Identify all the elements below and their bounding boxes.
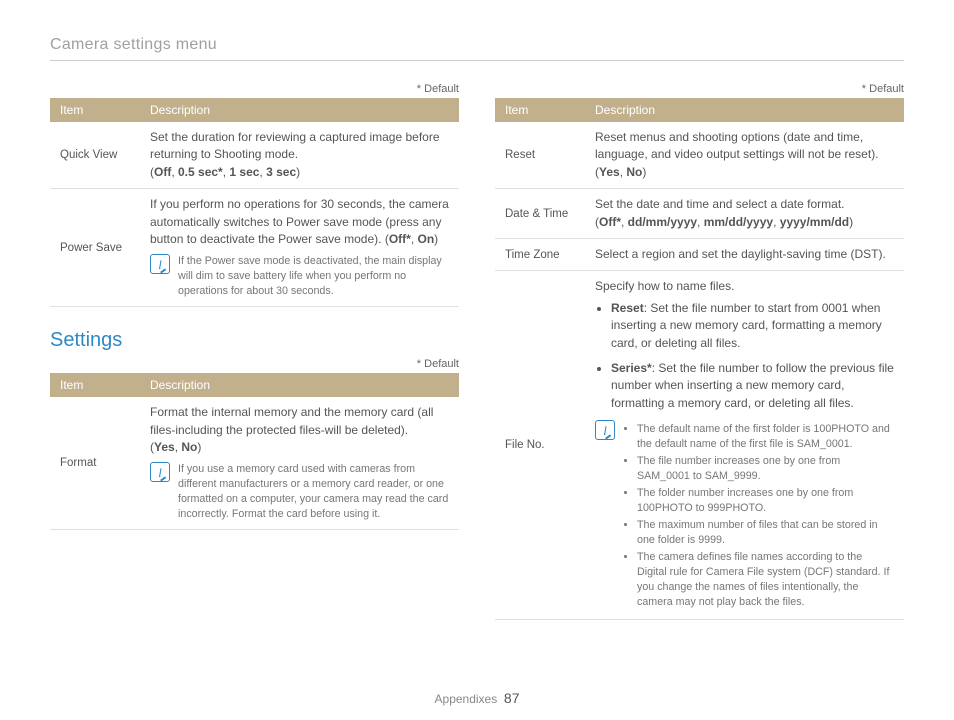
header-desc: Description <box>140 373 459 397</box>
note-list: The default name of the first folder is … <box>623 422 894 612</box>
note-icon: l <box>150 462 170 482</box>
bullet-text: : Set the file number to follow the prev… <box>611 361 894 410</box>
list-item: The maximum number of files that can be … <box>637 518 894 548</box>
opt: Off <box>154 165 171 179</box>
table-row: Date & Time Set the date and time and se… <box>495 189 904 239</box>
opt: Yes <box>154 440 175 454</box>
list-item: The file number increases one by one fro… <box>637 454 894 484</box>
opt: mm/dd/yyyy <box>704 215 773 229</box>
opt: yyyy/mm/dd <box>780 215 849 229</box>
opt: 1 sec <box>229 165 259 179</box>
table-header-row: Item Description <box>50 98 459 122</box>
header-desc: Description <box>140 98 459 122</box>
cell-desc: Specify how to name files. Reset: Set th… <box>585 271 904 620</box>
page-title: Camera settings menu <box>50 36 904 61</box>
header-item: Item <box>50 98 140 122</box>
header-item: Item <box>495 98 585 122</box>
cell-desc: If you perform no operations for 30 seco… <box>140 189 459 307</box>
bullet-list: Reset: Set the file number to start from… <box>595 300 894 412</box>
note-text: If you use a memory card used with camer… <box>178 462 449 522</box>
cell-desc: Set the duration for reviewing a capture… <box>140 122 459 189</box>
opt: 0.5 sec* <box>178 165 223 179</box>
bullet-label: Series* <box>611 361 652 375</box>
page-number: 87 <box>504 690 520 706</box>
desc-text: Specify how to name files. <box>595 279 734 293</box>
table-camera-settings: Item Description Quick View Set the dura… <box>50 98 459 307</box>
default-tag: * Default <box>50 83 459 95</box>
list-item: The camera defines file names according … <box>637 550 894 610</box>
table-row: Format Format the internal memory and th… <box>50 397 459 530</box>
table-row: Power Save If you perform no operations … <box>50 189 459 307</box>
list-item: Series*: Set the file number to follow t… <box>611 360 894 412</box>
list-item: The default name of the first folder is … <box>637 422 894 452</box>
note: l If the Power save mode is deactivated,… <box>150 254 449 299</box>
opt: No <box>181 440 197 454</box>
cell-desc: Select a region and set the daylight-sav… <box>585 238 904 270</box>
list-item: Reset: Set the file number to start from… <box>611 300 894 352</box>
table-header-row: Item Description <box>50 373 459 397</box>
desc-text: Set the date and time and select a date … <box>595 197 845 211</box>
left-column: * Default Item Description Quick View Se… <box>50 83 459 620</box>
footer-label: Appendixes <box>435 692 498 706</box>
content-columns: * Default Item Description Quick View Se… <box>50 83 904 620</box>
table-row: File No. Specify how to name files. Rese… <box>495 271 904 620</box>
bullet-label: Reset <box>611 301 644 315</box>
default-tag: * Default <box>495 83 904 95</box>
table-row: Reset Reset menus and shooting options (… <box>495 122 904 189</box>
cell-item: Reset <box>495 122 585 189</box>
table-header-row: Item Description <box>495 98 904 122</box>
table-row: Quick View Set the duration for reviewin… <box>50 122 459 189</box>
note-text: If the Power save mode is deactivated, t… <box>178 254 449 299</box>
opt: 3 sec <box>266 165 296 179</box>
cell-desc: Format the internal memory and the memor… <box>140 397 459 530</box>
header-desc: Description <box>585 98 904 122</box>
bullet-text: : Set the file number to start from 0001… <box>611 301 882 350</box>
note-icon: l <box>150 254 170 274</box>
section-title-settings: Settings <box>50 329 459 352</box>
opt: On <box>417 232 434 246</box>
cell-item: Date & Time <box>495 189 585 239</box>
note: l The default name of the first folder i… <box>595 420 894 612</box>
opt: dd/mm/yyyy <box>628 215 697 229</box>
right-column: * Default Item Description Reset Reset m… <box>495 83 904 620</box>
table-row: Time Zone Select a region and set the da… <box>495 238 904 270</box>
table-settings-right: Item Description Reset Reset menus and s… <box>495 98 904 620</box>
opt: Off* <box>389 232 411 246</box>
cell-item: Format <box>50 397 140 530</box>
note-icon: l <box>595 420 615 440</box>
desc-text: Format the internal memory and the memor… <box>150 405 433 436</box>
cell-item: Time Zone <box>495 238 585 270</box>
cell-desc: Reset menus and shooting options (date a… <box>585 122 904 189</box>
desc-text: Reset menus and shooting options (date a… <box>595 130 879 161</box>
opt: No <box>626 165 642 179</box>
desc-text: Set the duration for reviewing a capture… <box>150 130 440 161</box>
list-item: The folder number increases one by one f… <box>637 486 894 516</box>
default-tag: * Default <box>50 358 459 370</box>
cell-item: File No. <box>495 271 585 620</box>
header-item: Item <box>50 373 140 397</box>
table-settings-left: Item Description Format Format the inter… <box>50 373 459 530</box>
cell-item: Quick View <box>50 122 140 189</box>
page-footer: Appendixes 87 <box>0 690 954 706</box>
opt: Off* <box>599 215 621 229</box>
note: l If you use a memory card used with cam… <box>150 462 449 522</box>
cell-desc: Set the date and time and select a date … <box>585 189 904 239</box>
opt: Yes <box>599 165 620 179</box>
cell-item: Power Save <box>50 189 140 307</box>
